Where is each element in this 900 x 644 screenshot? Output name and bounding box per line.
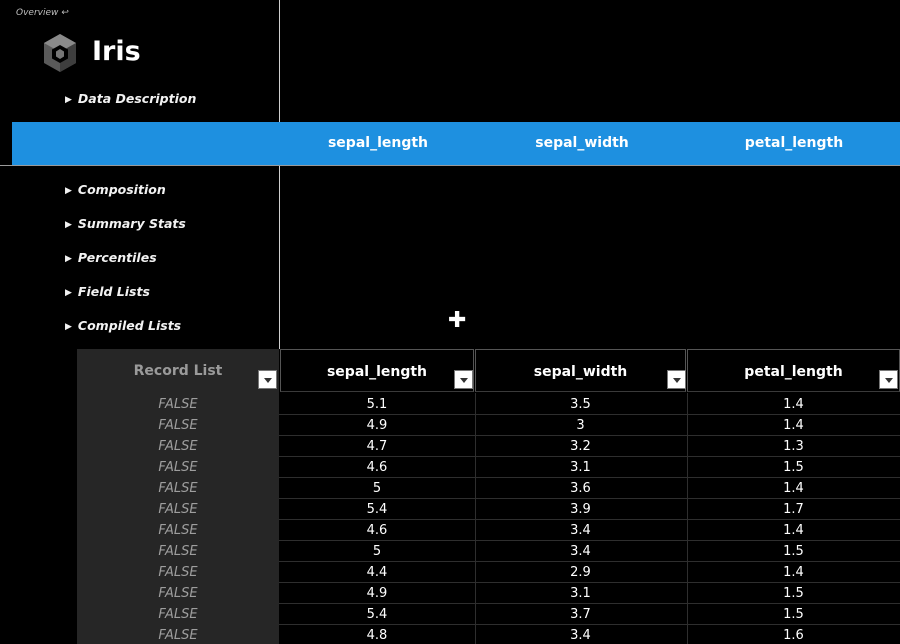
table-cell[interactable]: 1.5 [687,457,900,478]
record-flag-cell[interactable]: FALSE [77,436,279,457]
spreadsheet-dashboard: Overview ↩ Iris ▶ Data Description sepal_l… [0,0,900,644]
band-header-sepal-length: sepal_length [327,135,429,151]
table-cell[interactable]: 3.4 [475,541,686,562]
sidebar-item-label: Field Lists [77,284,150,299]
sepal-length-filter-dropdown[interactable] [454,370,473,389]
record-table: Record List sepal_length sepal_width pet… [77,349,900,644]
sidebar-item-compiled-lists[interactable]: ▶ Compiled Lists [65,318,181,333]
table-cell[interactable]: 3.7 [475,604,686,625]
petal-length-filter-dropdown[interactable] [879,370,898,389]
column-header-petal-length: petal_length [687,349,900,392]
record-flag-cell[interactable]: FALSE [77,583,279,604]
horizontal-divider [0,165,900,166]
sidebar-item-composition[interactable]: ▶ Composition [65,182,166,197]
table-cell[interactable]: 3.4 [475,625,686,644]
table-cell[interactable]: 1.3 [687,436,900,457]
sidebar-item-label: Composition [77,182,166,197]
table-cell[interactable]: 1.4 [687,394,900,415]
back-arrow-icon[interactable]: ↩ [61,8,69,18]
record-flag-cell[interactable]: FALSE [77,604,279,625]
sidebar-item-data-description[interactable]: ▶ Data Description [65,91,196,106]
table-cell[interactable]: 1.4 [687,562,900,583]
vertical-divider [279,0,280,349]
table-cell[interactable]: 1.6 [687,625,900,644]
record-flag-cell[interactable]: FALSE [77,520,279,541]
record-flag-cell[interactable]: FALSE [77,478,279,499]
breadcrumb[interactable]: Overview ↩ [16,8,69,18]
record-flag-cell[interactable]: FALSE [77,625,279,644]
record-list-header: Record List [133,363,223,379]
table-cell[interactable]: 4.4 [280,562,474,583]
app-title: Iris [92,36,141,67]
breadcrumb-label[interactable]: Overview [16,8,58,18]
table-cell[interactable]: 4.7 [280,436,474,457]
expand-triangle-icon: ▶ [65,186,72,196]
sidebar-item-field-lists[interactable]: ▶ Field Lists [65,284,150,299]
table-cell[interactable]: 3.4 [475,520,686,541]
table-cell[interactable]: 3.1 [475,583,686,604]
table-cell[interactable]: 1.7 [687,499,900,520]
column-header-label: sepal_width [533,364,628,380]
table-cell[interactable]: 4.8 [280,625,474,644]
table-cell[interactable]: 5.4 [280,604,474,625]
table-cell[interactable]: 4.9 [280,415,474,436]
table-cell[interactable]: 3.5 [475,394,686,415]
expand-triangle-icon: ▶ [65,95,72,105]
table-cell[interactable]: 5.1 [280,394,474,415]
table-cell[interactable]: 4.6 [280,520,474,541]
table-cell[interactable]: 3.6 [475,478,686,499]
column-header-label: sepal_length [326,364,428,380]
table-cell[interactable]: 3.9 [475,499,686,520]
sidebar-item-percentiles[interactable]: ▶ Percentiles [65,250,157,265]
expand-triangle-icon: ▶ [65,254,72,264]
table-cell[interactable]: 4.6 [280,457,474,478]
record-flag-cell[interactable]: FALSE [77,499,279,520]
record-flag-cell[interactable]: FALSE [77,541,279,562]
table-cell[interactable]: 1.4 [687,478,900,499]
sidebar-item-label: Data Description [77,91,197,106]
sidebar-item-label: Percentiles [77,250,157,265]
table-cell[interactable]: 1.4 [687,520,900,541]
table-cell[interactable]: 3.1 [475,457,686,478]
expand-triangle-icon: ▶ [65,322,72,332]
expand-triangle-icon: ▶ [65,220,72,230]
band-header-sepal-width: sepal_width [535,135,629,151]
record-flag-cell[interactable]: FALSE [77,562,279,583]
table-cell[interactable]: 5.4 [280,499,474,520]
table-cell[interactable]: 1.5 [687,604,900,625]
table-cell[interactable]: 1.5 [687,583,900,604]
table-cell[interactable]: 5 [280,541,474,562]
table-cell[interactable]: 4.9 [280,583,474,604]
sepal-width-filter-dropdown[interactable] [667,370,686,389]
record-flag-cell[interactable]: FALSE [77,415,279,436]
table-cell[interactable]: 2.9 [475,562,686,583]
table-cell[interactable]: 1.4 [687,415,900,436]
record-flag-cell[interactable]: FALSE [77,394,279,415]
sidebar-item-label: Summary Stats [77,216,186,231]
hex-cube-logo-icon [44,34,76,72]
column-header-sepal-length: sepal_length [280,349,474,392]
table-cell[interactable]: 1.5 [687,541,900,562]
sidebar-item-label: Compiled Lists [77,318,182,333]
header-band: sepal_length sepal_width petal_length [12,122,900,165]
table-cell[interactable]: 5 [280,478,474,499]
band-header-petal-length: petal_length [744,135,844,151]
column-header-label: petal_length [744,364,843,380]
record-flag-cell[interactable]: FALSE [77,457,279,478]
cell-cursor-icon: ✚ [448,308,467,333]
table-cell[interactable]: 3 [475,415,686,436]
record-list-filter-dropdown[interactable] [258,370,277,389]
column-header-sepal-width: sepal_width [475,349,686,392]
expand-triangle-icon: ▶ [65,288,72,298]
table-cell[interactable]: 3.2 [475,436,686,457]
sidebar-item-summary-stats[interactable]: ▶ Summary Stats [65,216,186,231]
